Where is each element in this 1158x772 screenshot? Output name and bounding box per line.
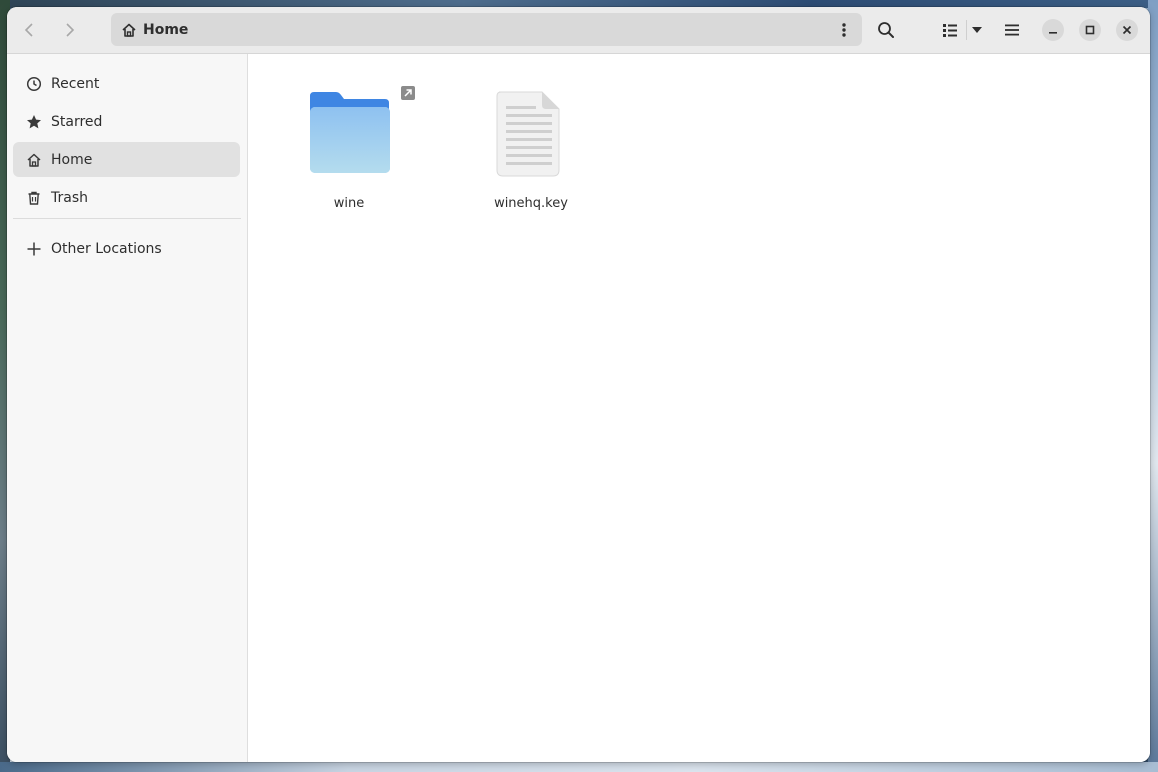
back-button[interactable] [13,13,47,47]
path-segment-home[interactable]: Home [121,13,188,46]
sidebar-item-label: Trash [51,189,88,206]
sidebar-separator [13,218,241,219]
text-file-icon [496,91,560,177]
minimize-icon [1049,32,1057,34]
caret-down-icon [972,27,982,33]
sidebar-item-label: Home [51,151,93,168]
file-name-label: winehq.key [494,196,568,211]
view-options-button[interactable] [962,13,992,47]
hamburger-menu-icon [1005,24,1019,36]
trash-icon [26,190,42,206]
search-icon [878,22,894,38]
close-icon [1122,25,1132,35]
folder-icon [310,92,390,173]
path-bar[interactable]: Home [111,13,862,46]
chevron-right-icon [66,23,75,37]
sidebar-item-label: Recent [51,75,100,92]
plus-icon [26,241,42,257]
sidebar-item-label: Starred [51,113,103,130]
sidebar-item-label: Other Locations [51,240,162,257]
home-icon [122,23,136,37]
path-menu-button[interactable] [830,15,858,44]
sidebar-item-starred[interactable]: Starred [13,104,240,139]
file-item-wine[interactable]: wine [289,68,415,211]
path-segment-label: Home [143,21,189,38]
clock-icon [26,76,42,92]
star-icon [26,114,42,130]
file-manager-window: Home Recent Starred Home Trash Other Loc… [7,7,1150,762]
list-view-icon [943,24,957,37]
sidebar-item-trash[interactable]: Trash [13,180,240,215]
chevron-left-icon [24,23,33,37]
sidebar-item-recent[interactable]: Recent [13,66,240,101]
sidebar-item-other-locations[interactable]: Other Locations [13,231,240,266]
close-button[interactable] [1116,19,1138,41]
sidebar-item-home[interactable]: Home [13,142,240,177]
main-menu-button[interactable] [995,13,1029,47]
desktop-wallpaper-bottom [0,762,1158,772]
places-sidebar: Recent Starred Home Trash Other Location… [7,54,248,762]
home-icon [26,152,42,168]
maximize-icon [1085,25,1095,35]
maximize-button[interactable] [1079,19,1101,41]
file-name-label: wine [333,196,365,211]
forward-button[interactable] [52,13,86,47]
minimize-button[interactable] [1042,19,1064,41]
header-bar: Home [7,7,1150,54]
search-button[interactable] [869,13,903,47]
symlink-arrow-icon [401,86,415,100]
more-vertical-icon [842,22,846,37]
file-grid-view[interactable]: wine winehq.key [248,54,1150,762]
file-item-winehq-key[interactable]: winehq.key [471,68,591,211]
